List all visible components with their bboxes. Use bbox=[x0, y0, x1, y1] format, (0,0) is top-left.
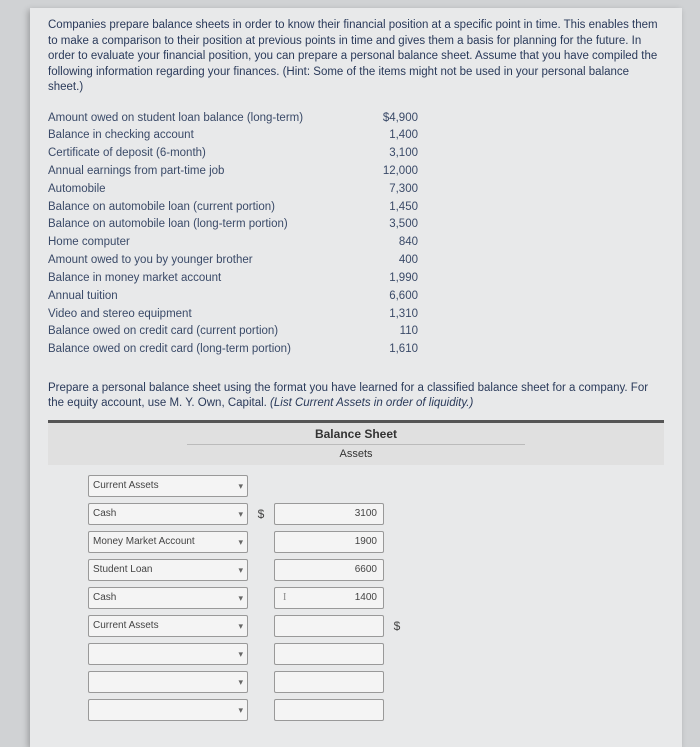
data-row: Balance owed on credit card (current por… bbox=[48, 323, 664, 341]
data-value: 1,610 bbox=[358, 341, 418, 359]
balance-sheet-header: Balance Sheet Assets bbox=[48, 420, 664, 465]
given-data-table: Amount owed on student loan balance (lon… bbox=[48, 110, 664, 359]
answer-row: Cash ▾ $3100 bbox=[48, 503, 664, 525]
data-row: Amount owed to you by younger brother400 bbox=[48, 252, 664, 270]
data-row: Balance on automobile loan (long-term po… bbox=[48, 216, 664, 234]
data-value: $4,900 bbox=[358, 110, 418, 128]
answer-row: ▾ bbox=[48, 643, 664, 665]
data-label: Amount owed to you by younger brother bbox=[48, 252, 358, 270]
chevron-down-icon: ▾ bbox=[238, 592, 243, 604]
answer-row: Student Loan ▾ 6600 bbox=[48, 559, 664, 581]
data-value: 110 bbox=[358, 323, 418, 341]
account-select[interactable]: ▾ bbox=[88, 671, 248, 693]
data-label: Annual earnings from part-time job bbox=[48, 163, 358, 181]
account-select[interactable]: Current Assets ▾ bbox=[88, 475, 248, 497]
amount-input[interactable]: 1900 bbox=[274, 531, 384, 553]
amount-input[interactable]: 3100 bbox=[274, 503, 384, 525]
account-select[interactable]: ▾ bbox=[88, 699, 248, 721]
intro-paragraph: Companies prepare balance sheets in orde… bbox=[48, 18, 664, 96]
data-row: Certificate of deposit (6-month)3,100 bbox=[48, 145, 664, 163]
select-text: Current Assets bbox=[93, 479, 159, 493]
data-row: Video and stereo equipment1,310 bbox=[48, 306, 664, 324]
answer-row: Cash ▾ I 1400 bbox=[48, 587, 664, 609]
amount-text: 1900 bbox=[355, 535, 377, 549]
data-row: Amount owed on student loan balance (lon… bbox=[48, 110, 664, 128]
answer-row: ▾ bbox=[48, 671, 664, 693]
data-value: 1,310 bbox=[358, 306, 418, 324]
data-value: 12,000 bbox=[358, 163, 418, 181]
account-select[interactable]: Cash ▾ bbox=[88, 587, 248, 609]
chevron-down-icon: ▾ bbox=[238, 704, 243, 716]
amount-input[interactable]: I 1400 bbox=[274, 587, 384, 609]
data-row: Balance on automobile loan (current port… bbox=[48, 199, 664, 217]
data-label: Balance on automobile loan (long-term po… bbox=[48, 216, 358, 234]
amount-text: 3100 bbox=[355, 507, 377, 521]
instruction-text: Prepare a personal balance sheet using t… bbox=[48, 381, 664, 412]
chevron-down-icon: ▾ bbox=[238, 564, 243, 576]
amount-input[interactable] bbox=[274, 671, 384, 693]
sheet-title: Balance Sheet bbox=[187, 423, 526, 445]
account-select[interactable]: Cash ▾ bbox=[88, 503, 248, 525]
data-value: 1,450 bbox=[358, 199, 418, 217]
data-label: Balance in money market account bbox=[48, 270, 358, 288]
sheet-section: Assets bbox=[187, 445, 526, 465]
data-label: Balance owed on credit card (current por… bbox=[48, 323, 358, 341]
select-text: Money Market Account bbox=[93, 535, 195, 549]
data-row: Balance owed on credit card (long-term p… bbox=[48, 341, 664, 359]
data-value: 400 bbox=[358, 252, 418, 270]
amount-input[interactable]: 6600 bbox=[274, 559, 384, 581]
data-label: Certificate of deposit (6-month) bbox=[48, 145, 358, 163]
data-row: Annual tuition6,600 bbox=[48, 288, 664, 306]
data-label: Balance owed on credit card (long-term p… bbox=[48, 341, 358, 359]
answer-row: Money Market Account ▾ 1900 bbox=[48, 531, 664, 553]
account-select[interactable]: Student Loan ▾ bbox=[88, 559, 248, 581]
data-label: Balance on automobile loan (current port… bbox=[48, 199, 358, 217]
answer-row: Current Assets ▾ bbox=[48, 475, 664, 497]
data-value: 840 bbox=[358, 234, 418, 252]
account-select[interactable]: Current Assets ▾ bbox=[88, 615, 248, 637]
worksheet-page: Companies prepare balance sheets in orde… bbox=[30, 8, 682, 747]
amount-input[interactable] bbox=[274, 643, 384, 665]
instruction-italic: (List Current Assets in order of liquidi… bbox=[270, 397, 473, 409]
text-cursor-icon: I bbox=[283, 591, 285, 605]
select-text: Cash bbox=[93, 507, 116, 521]
account-select[interactable]: ▾ bbox=[88, 643, 248, 665]
select-text: Current Assets bbox=[93, 619, 159, 633]
amount-input[interactable] bbox=[274, 615, 384, 637]
data-label: Video and stereo equipment bbox=[48, 306, 358, 324]
chevron-down-icon: ▾ bbox=[238, 620, 243, 632]
data-value: 1,990 bbox=[358, 270, 418, 288]
data-label: Balance in checking account bbox=[48, 127, 358, 145]
data-value: 1,400 bbox=[358, 127, 418, 145]
account-select[interactable]: Money Market Account ▾ bbox=[88, 531, 248, 553]
chevron-down-icon: ▾ bbox=[238, 676, 243, 688]
data-value: 7,300 bbox=[358, 181, 418, 199]
amount-text: 1400 bbox=[355, 591, 377, 605]
data-value: 6,600 bbox=[358, 288, 418, 306]
data-label: Amount owed on student loan balance (lon… bbox=[48, 110, 358, 128]
select-text: Student Loan bbox=[93, 563, 153, 577]
data-label: Annual tuition bbox=[48, 288, 358, 306]
chevron-down-icon: ▾ bbox=[238, 536, 243, 548]
data-row: Automobile7,300 bbox=[48, 181, 664, 199]
chevron-down-icon: ▾ bbox=[238, 508, 243, 520]
amount-input[interactable] bbox=[274, 699, 384, 721]
data-row: Home computer840 bbox=[48, 234, 664, 252]
answer-row: Current Assets ▾ $ bbox=[48, 615, 664, 637]
data-row: Balance in checking account1,400 bbox=[48, 127, 664, 145]
data-row: Balance in money market account1,990 bbox=[48, 270, 664, 288]
data-row: Annual earnings from part-time job12,000 bbox=[48, 163, 664, 181]
answer-row: ▾ bbox=[48, 699, 664, 721]
currency-symbol: $ bbox=[248, 506, 274, 522]
chevron-down-icon: ▾ bbox=[238, 648, 243, 660]
data-value: 3,500 bbox=[358, 216, 418, 234]
trailing-currency-symbol: $ bbox=[384, 618, 410, 634]
answer-grid: Current Assets ▾ Cash ▾ $3100 Money Market Ac… bbox=[48, 465, 664, 721]
select-text: Cash bbox=[93, 591, 116, 605]
data-value: 3,100 bbox=[358, 145, 418, 163]
chevron-down-icon: ▾ bbox=[238, 480, 243, 492]
data-label: Home computer bbox=[48, 234, 358, 252]
data-label: Automobile bbox=[48, 181, 358, 199]
amount-text: 6600 bbox=[355, 563, 377, 577]
